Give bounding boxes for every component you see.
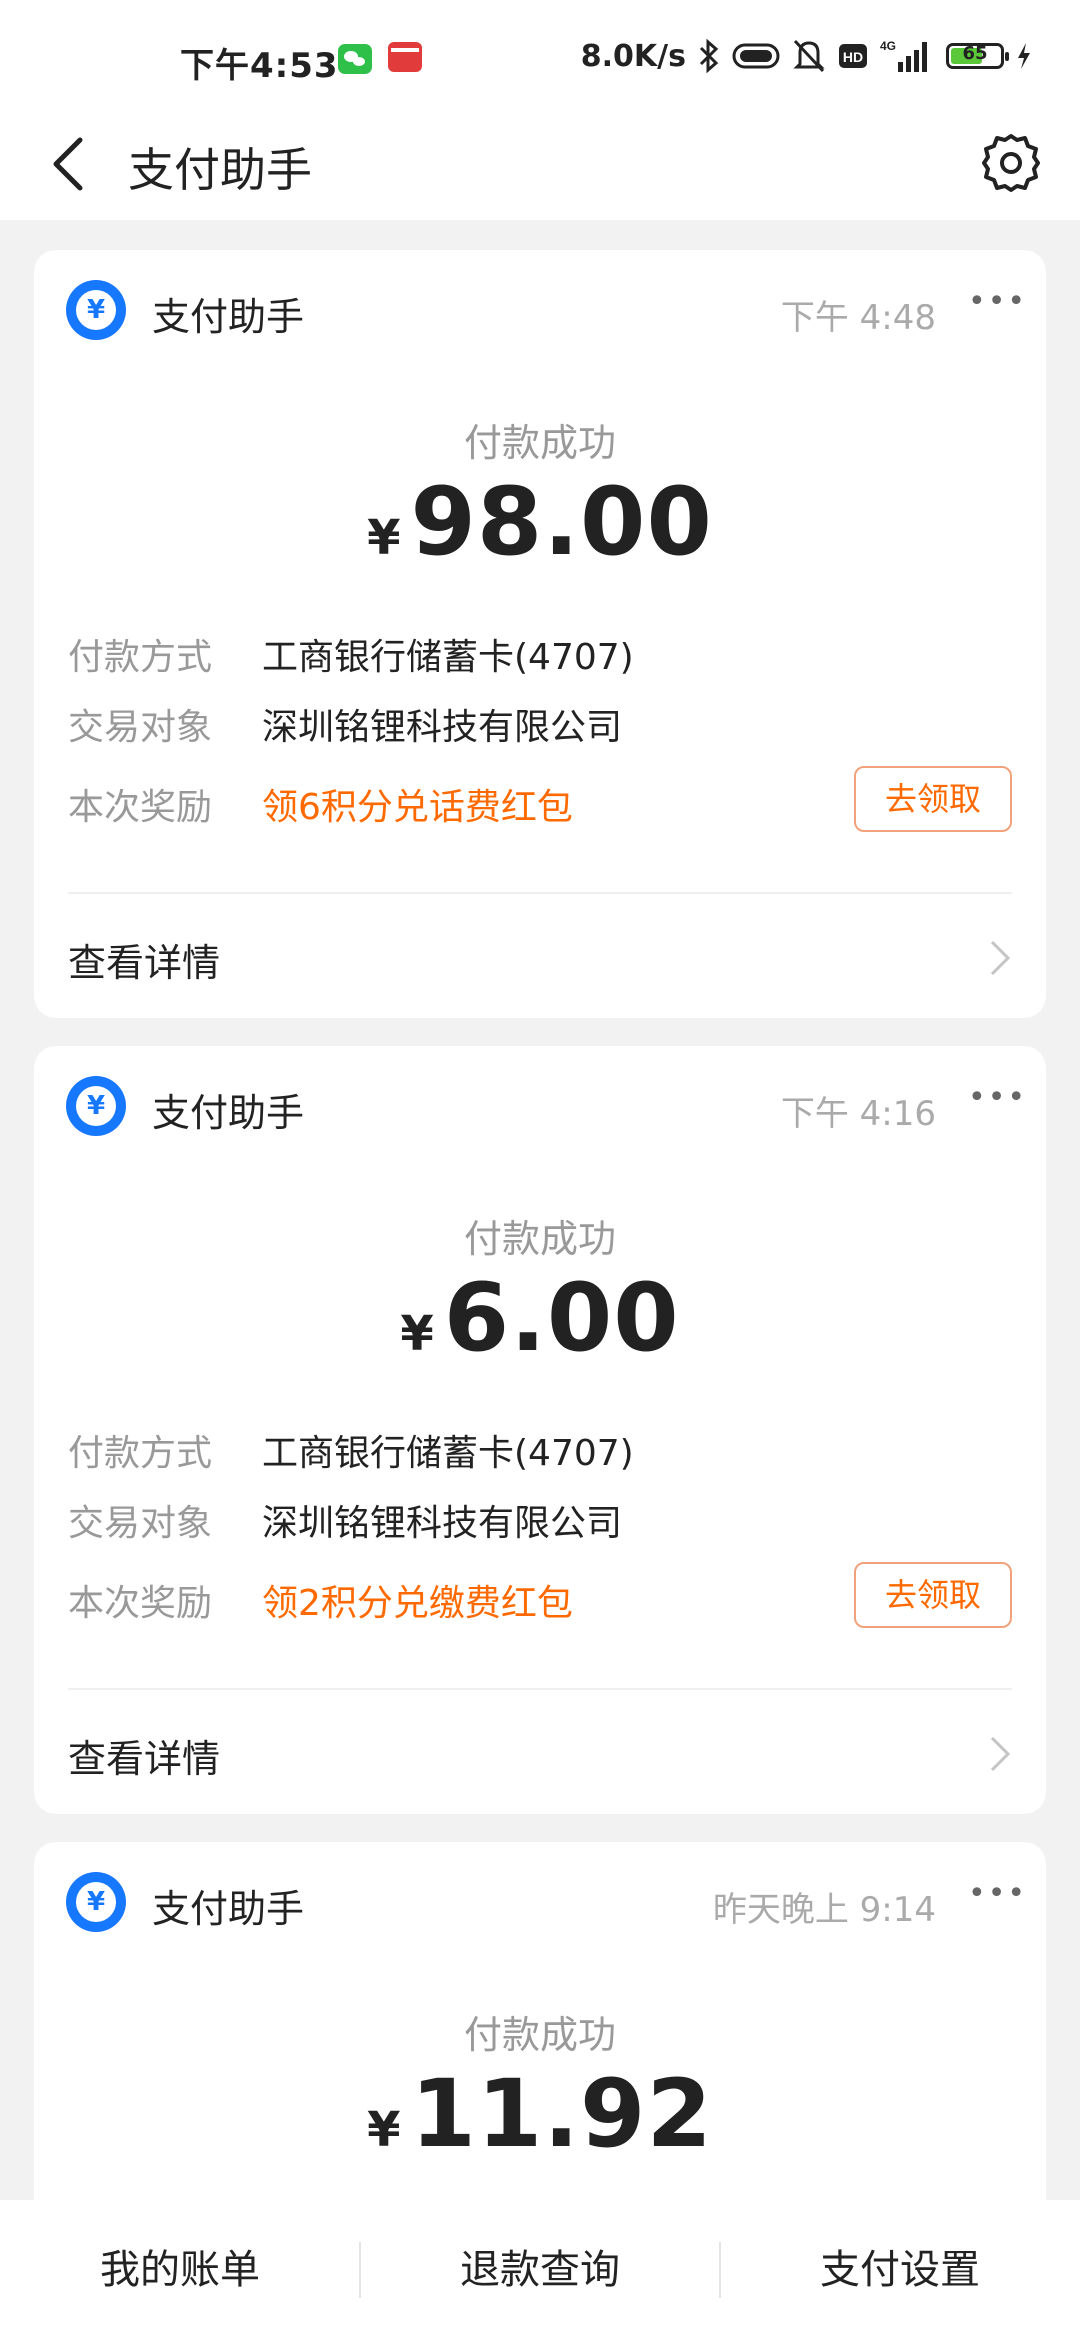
chevron-right-icon xyxy=(990,940,1011,976)
app-notification-icon xyxy=(388,42,422,72)
payment-status: 付款成功 xyxy=(463,421,616,465)
yuan-icon: ¥ xyxy=(66,280,126,340)
bluetooth-icon xyxy=(699,39,719,73)
reward-label: 本次奖励 xyxy=(68,1583,213,1624)
card-app-name: 支付助手 xyxy=(152,295,305,339)
wechat-notification-icon xyxy=(338,44,372,74)
payment-card: ¥ 支付助手 昨天晚上 9:14 ••• 付款成功 ¥11.92 xyxy=(34,1842,1046,2262)
amount-value: 98.00 xyxy=(410,468,713,577)
signal-4g-icon: 4G xyxy=(880,39,927,72)
status-time: 下午4:53 xyxy=(180,46,339,86)
status-indicators: 8.0K/s HD 4G 65 xyxy=(581,36,1032,76)
status-bar: 下午4:53 8.0K/s HD 4G 65 xyxy=(0,0,1080,110)
settings-gear-icon[interactable] xyxy=(978,130,1044,196)
payment-method-label: 付款方式 xyxy=(68,1433,213,1474)
amount-value: 6.00 xyxy=(443,1264,680,1373)
card-header: ¥ 支付助手 下午 4:48 ••• xyxy=(34,250,1046,360)
payment-card: ¥ 支付助手 下午 4:16 ••• 付款成功 ¥6.00 付款方式 工商银行储… xyxy=(34,1046,1046,1814)
payment-amount: ¥6.00 xyxy=(34,1264,1046,1373)
currency-symbol: ¥ xyxy=(367,510,401,566)
menu-payment-settings[interactable]: 支付设置 xyxy=(720,2200,1080,2340)
payment-method-label: 付款方式 xyxy=(68,637,213,678)
card-time: 下午 4:16 xyxy=(780,1094,936,1134)
payment-method-value: 工商银行储蓄卡(4707) xyxy=(262,1433,634,1474)
card-time: 昨天晚上 9:14 xyxy=(712,1890,936,1930)
vibrate-icon xyxy=(732,43,780,69)
card-header: ¥ 支付助手 昨天晚上 9:14 ••• xyxy=(34,1842,1046,1952)
network-speed: 8.0K/s xyxy=(580,38,686,74)
bottom-menu-bar: 我的账单 退款查询 支付设置 xyxy=(0,2200,1080,2340)
hd-icon: HD xyxy=(839,44,867,68)
battery-icon: 65 xyxy=(946,43,1009,69)
payment-amount: ¥11.92 xyxy=(34,2060,1046,2169)
card-time: 下午 4:48 xyxy=(780,298,936,338)
currency-symbol: ¥ xyxy=(367,2102,401,2158)
view-details-label: 查看详情 xyxy=(68,941,221,985)
back-arrow-icon[interactable] xyxy=(40,132,100,196)
amount-value: 11.92 xyxy=(410,2060,713,2169)
reward-label: 本次奖励 xyxy=(68,787,213,828)
more-options-icon[interactable]: ••• xyxy=(968,287,1025,322)
menu-my-bills[interactable]: 我的账单 xyxy=(0,2200,360,2340)
battery-level: 65 xyxy=(962,43,988,64)
chevron-right-icon xyxy=(990,1736,1011,1772)
payment-method-value: 工商银行储蓄卡(4707) xyxy=(262,637,634,678)
yuan-icon: ¥ xyxy=(66,1076,126,1136)
reward-value: 领2积分兑缴费红包 xyxy=(262,1583,573,1624)
currency-symbol: ¥ xyxy=(400,1306,434,1362)
more-options-icon[interactable]: ••• xyxy=(968,1083,1025,1118)
card-app-name: 支付助手 xyxy=(152,1887,305,1931)
app-header: 支付助手 xyxy=(0,110,1080,220)
svg-text:4G: 4G xyxy=(880,39,896,53)
yuan-icon: ¥ xyxy=(66,1872,126,1932)
menu-refund-query[interactable]: 退款查询 xyxy=(360,2200,720,2340)
charging-icon xyxy=(1018,43,1030,69)
reward-value: 领6积分兑话费红包 xyxy=(262,787,573,828)
claim-reward-button[interactable]: 去领取 xyxy=(854,1562,1012,1628)
svg-text:HD: HD xyxy=(843,49,863,65)
view-details-link[interactable]: 查看详情 xyxy=(34,1690,1046,1816)
payment-status: 付款成功 xyxy=(463,1217,616,1261)
merchant-value: 深圳铭锂科技有限公司 xyxy=(262,707,623,748)
view-details-link[interactable]: 查看详情 xyxy=(34,894,1046,1020)
payment-amount: ¥98.00 xyxy=(34,468,1046,577)
claim-reward-button[interactable]: 去领取 xyxy=(854,766,1012,832)
card-header: ¥ 支付助手 下午 4:16 ••• xyxy=(34,1046,1046,1156)
page-title: 支付助手 xyxy=(128,143,312,197)
merchant-label: 交易对象 xyxy=(68,707,213,748)
mute-bell-icon xyxy=(793,39,825,73)
card-app-name: 支付助手 xyxy=(152,1091,305,1135)
merchant-label: 交易对象 xyxy=(68,1503,213,1544)
view-details-label: 查看详情 xyxy=(68,1737,221,1781)
payment-card: ¥ 支付助手 下午 4:48 ••• 付款成功 ¥98.00 付款方式 工商银行… xyxy=(34,250,1046,1018)
payment-status: 付款成功 xyxy=(463,2013,616,2057)
more-options-icon[interactable]: ••• xyxy=(968,1879,1025,1914)
merchant-value: 深圳铭锂科技有限公司 xyxy=(262,1503,623,1544)
